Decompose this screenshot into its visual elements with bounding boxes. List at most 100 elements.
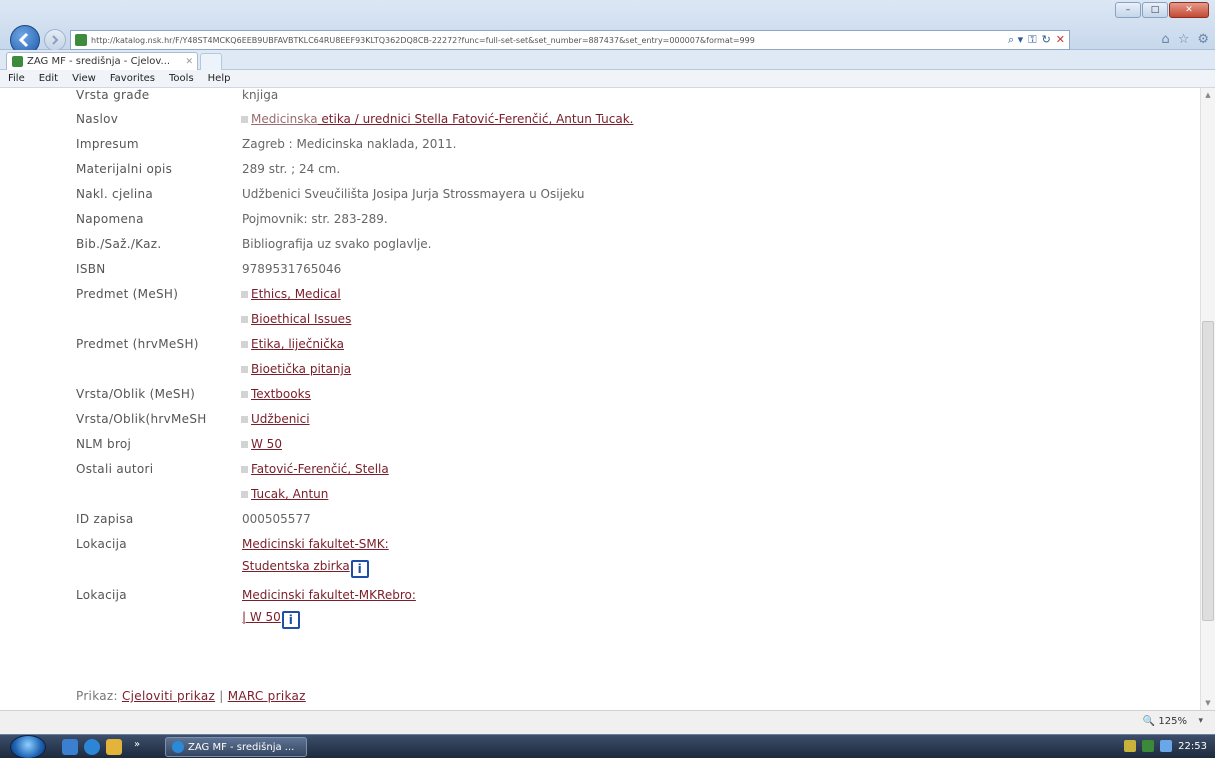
field-ostali-autori: Ostali autori Fatović-Ferenčić, Stella [0, 462, 1200, 484]
ie-small-icon [172, 741, 184, 753]
field-value: Bioethical Issues [241, 312, 351, 326]
field-label: Predmet (hrvMeSH) [76, 337, 199, 351]
field-materijalni-opis: Materijalni opis 289 str. ; 24 cm. [0, 162, 1200, 184]
close-button[interactable]: ✕ [1169, 2, 1209, 18]
collection-link[interactable]: Studentska zbirka [242, 559, 350, 573]
search-dropdown-icon[interactable]: ⌕ ▾ [1008, 33, 1023, 47]
forward-arrow-icon[interactable] [44, 29, 66, 51]
stop-icon[interactable]: ✕ [1056, 33, 1065, 47]
url-text[interactable]: http://katalog.nsk.hr/F/Y48ST4MCKQ6EEB9U… [91, 36, 755, 45]
tab-close-icon[interactable]: ✕ [185, 57, 197, 67]
menu-help[interactable]: Help [208, 73, 231, 84]
field-value: Medicinski fakultet-MKRebro: [242, 588, 416, 602]
callnumber-link[interactable]: | W 50 [242, 610, 281, 624]
subject-link[interactable]: Ethics, Medical [251, 287, 341, 301]
scroll-thumb[interactable] [1202, 321, 1214, 621]
field-value: Udžbenici [241, 412, 310, 426]
bullet-icon [241, 291, 248, 298]
tools-gear-icon[interactable]: ⚙ [1197, 32, 1209, 47]
folder-icon[interactable] [106, 739, 122, 755]
clock[interactable]: 22:53 [1178, 741, 1207, 752]
internet-explorer-icon[interactable] [84, 739, 100, 755]
title-link[interactable]: etika / urednici Stella Fatović-Ferenčić… [318, 112, 633, 126]
field-lokacija-1-sub: Studentska zbirka i [0, 559, 1200, 581]
show-desktop-icon[interactable] [62, 739, 78, 755]
field-vrsta-hrvmesh: Vrsta/Oblik(hrvMeSH Udžbenici [0, 412, 1200, 434]
field-value: Pojmovnik: str. 283-289. [242, 212, 388, 226]
bullet-icon [241, 466, 248, 473]
zoom-dropdown-icon[interactable]: ▾ [1198, 716, 1203, 726]
field-value: Bibliografija uz svako poglavlje. [242, 237, 432, 251]
location-link[interactable]: Medicinski fakultet-SMK: [242, 537, 389, 551]
info-icon[interactable]: i [281, 611, 300, 629]
tab-favicon-icon [12, 56, 23, 67]
taskbar-ie-window[interactable]: ZAG MF - središnja ... [165, 737, 307, 757]
start-button-icon[interactable] [10, 735, 46, 758]
marc-view-link[interactable]: MARC prikaz [228, 689, 306, 703]
field-value: 000505577 [242, 512, 311, 526]
menu-view[interactable]: View [72, 73, 96, 84]
form-link[interactable]: Textbooks [251, 387, 311, 401]
subject-link[interactable]: Bioetička pitanja [251, 362, 351, 376]
menu-file[interactable]: File [8, 73, 25, 84]
subject-link[interactable]: Etika, liječnička [251, 337, 344, 351]
field-vrsta-mesh: Vrsta/Oblik (MeSH) Textbooks [0, 387, 1200, 409]
shield-icon[interactable] [1124, 740, 1137, 752]
field-value: Studentska zbirka i [242, 559, 369, 578]
address-bar[interactable]: http://katalog.nsk.hr/F/Y48ST4MCKQ6EEB9U… [70, 30, 1070, 50]
author-link[interactable]: Tucak, Antun [251, 487, 328, 501]
minimize-button[interactable]: – [1115, 2, 1141, 18]
tab-active[interactable]: ZAG MF - središnja - Cjelov... ✕ [6, 52, 198, 70]
author-link[interactable]: Fatović-Ferenčić, Stella [251, 462, 389, 476]
field-value: Etika, liječnička [241, 337, 344, 351]
vertical-scrollbar[interactable]: ▲ ▼ [1200, 88, 1215, 710]
forward-arrow-glyph [52, 35, 59, 45]
field-nakl-cjelina: Nakl. cjelina Udžbenici Sveučilišta Josi… [0, 187, 1200, 209]
title-link-part[interactable]: Medicinska [251, 112, 318, 126]
maximize-button[interactable]: □ [1142, 2, 1168, 18]
field-napomena: Napomena Pojmovnik: str. 283-289. [0, 212, 1200, 234]
volume-icon[interactable] [1160, 740, 1173, 752]
field-value: Medicinska etika / urednici Stella Fatov… [241, 112, 633, 126]
field-label: Lokacija [76, 588, 127, 602]
field-label: Lokacija [76, 537, 127, 551]
info-icon[interactable]: i [350, 560, 369, 578]
favorites-star-icon[interactable]: ☆ [1178, 32, 1190, 47]
location-link[interactable]: Medicinski fakultet-MKRebro: [242, 588, 416, 602]
field-vrsta-grade: Vrsta građe knjiga [0, 88, 1200, 110]
field-value: Ethics, Medical [241, 287, 341, 301]
field-naslov: Naslov Medicinska etika / urednici Stell… [0, 112, 1200, 134]
full-view-link[interactable]: Cjeloviti prikaz [122, 689, 215, 703]
field-value: Zagreb : Medicinska naklada, 2011. [242, 137, 457, 151]
scroll-up-arrow-icon[interactable]: ▲ [1201, 88, 1215, 102]
scroll-down-arrow-icon[interactable]: ▼ [1201, 696, 1215, 710]
window-controls: – □ ✕ [1115, 2, 1209, 18]
refresh-icon[interactable]: ↻ [1042, 33, 1051, 47]
compatibility-view-icon[interactable]: ⚿ [1028, 33, 1036, 47]
display-format-row: Prikaz: Cjeloviti prikaz | MARC prikaz [0, 689, 1200, 710]
field-nlm-broj: NLM broj W 50 [0, 437, 1200, 459]
status-bar: 🔍 125% ▾ [0, 710, 1215, 734]
form-link[interactable]: Udžbenici [251, 412, 310, 426]
field-label: Vrsta/Oblik(hrvMeSH [76, 412, 207, 426]
network-icon[interactable] [1142, 740, 1155, 752]
field-lokacija-1: Lokacija Medicinski fakultet-SMK: [0, 537, 1200, 559]
field-ostali-autori-2: Tucak, Antun [0, 487, 1200, 509]
new-tab-button[interactable] [200, 53, 222, 70]
menu-edit[interactable]: Edit [39, 73, 58, 84]
field-label: ISBN [76, 262, 106, 276]
menu-tools[interactable]: Tools [169, 73, 194, 84]
separator: | [219, 689, 224, 703]
tab-title: ZAG MF - središnja - Cjelov... [27, 56, 171, 67]
home-icon[interactable]: ⌂ [1161, 32, 1169, 47]
zoom-level[interactable]: 🔍 125% [1143, 716, 1187, 727]
bullet-icon [241, 366, 248, 373]
nlm-link[interactable]: W 50 [251, 437, 282, 451]
field-label: NLM broj [76, 437, 132, 451]
bullet-icon [241, 416, 248, 423]
subject-link[interactable]: Bioethical Issues [251, 312, 351, 326]
field-lokacija-2: Lokacija Medicinski fakultet-MKRebro: [0, 588, 1200, 610]
field-predmet-hrvmesh-2: Bioetička pitanja [0, 362, 1200, 384]
menu-favorites[interactable]: Favorites [110, 73, 155, 84]
overflow-icon[interactable]: » [134, 739, 146, 755]
